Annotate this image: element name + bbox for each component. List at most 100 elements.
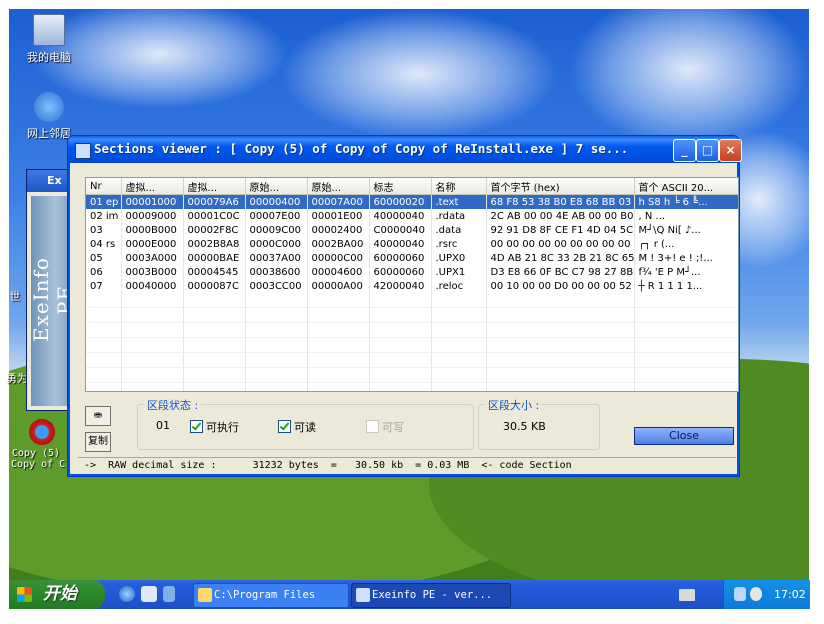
empty-cell bbox=[86, 352, 122, 368]
empty-cell bbox=[369, 337, 432, 353]
empty-cell bbox=[634, 352, 738, 368]
cell: 07 bbox=[86, 279, 122, 293]
table-row[interactable]: 03 0000B000 00002F8C 00009C00 00002400 C… bbox=[86, 223, 738, 237]
column-header[interactable]: 虚拟... bbox=[183, 178, 246, 195]
empty-cell bbox=[369, 352, 432, 368]
cell: 00000C00 bbox=[307, 251, 370, 265]
table-row[interactable]: 05 0003A000 00000BAE 00037A00 00000C00 6… bbox=[86, 251, 738, 265]
cell: 00004545 bbox=[183, 265, 246, 279]
cell: 00001C0C bbox=[183, 209, 246, 223]
desktop-icon-network[interactable]: 网上邻居 bbox=[14, 92, 84, 141]
column-header[interactable]: 名称 bbox=[431, 178, 487, 195]
cell: M ! 3+! e ! ;!... bbox=[634, 251, 738, 265]
cell: 00040000 bbox=[121, 279, 184, 293]
cell: .UPX1 bbox=[431, 265, 487, 279]
cell: D3 E8 66 0F BC C7 98 27 8B bbox=[486, 265, 635, 279]
empty-cell bbox=[86, 307, 122, 323]
empty-cell bbox=[369, 322, 432, 338]
section-size-caption: 区段大小 : bbox=[485, 397, 543, 413]
empty-cell bbox=[121, 337, 184, 353]
minimize-button[interactable]: _ bbox=[673, 139, 696, 162]
empty-cell bbox=[431, 293, 487, 308]
media-icon[interactable] bbox=[141, 586, 157, 602]
column-header[interactable]: 首个 ASCII 20... bbox=[634, 178, 738, 195]
table-row[interactable]: 07 00040000 0000087C 0003CC00 00000A00 4… bbox=[86, 279, 738, 293]
desktop-icon-reinstall[interactable]: Copy (5) c Copy of C... bbox=[11, 419, 83, 470]
table-row[interactable]: 02 im 00009000 00001C0C 00007E00 00001E0… bbox=[86, 209, 738, 223]
computer-icon bbox=[33, 14, 65, 46]
desktop-icon[interactable] bbox=[163, 586, 175, 602]
cell: .data bbox=[431, 223, 487, 237]
title-bar[interactable]: Sections viewer : [ Copy (5) of Copy of … bbox=[68, 136, 742, 163]
cell: 00009000 bbox=[121, 209, 184, 223]
start-label: 开始 bbox=[43, 584, 77, 604]
desktop-icon-label: 世 bbox=[9, 290, 21, 303]
app-icon bbox=[75, 143, 91, 159]
column-header[interactable]: 标志 bbox=[369, 178, 432, 195]
cell: 00 00 00 00 00 00 00 00 00 bbox=[486, 237, 635, 251]
cell: 0003B000 bbox=[121, 265, 184, 279]
empty-cell bbox=[86, 293, 122, 308]
empty-cell bbox=[245, 337, 308, 353]
cell: 0000C000 bbox=[245, 237, 308, 251]
sections-list[interactable]: Nr 虚拟... 虚拟... 原始... 原始... 标志 名称 首个字节 (h… bbox=[85, 177, 739, 392]
task-program-files[interactable]: C:\Program Files bbox=[193, 583, 349, 608]
section-state-caption: 区段状态 : bbox=[144, 397, 202, 413]
task-exeinfo[interactable]: Exeinfo PE - ver... bbox=[351, 583, 511, 608]
empty-cell bbox=[121, 322, 184, 338]
column-header[interactable]: Nr bbox=[86, 178, 122, 195]
maximize-button[interactable]: □ bbox=[696, 139, 719, 162]
empty-cell bbox=[634, 307, 738, 323]
empty-cell bbox=[183, 382, 246, 391]
column-header[interactable]: 首个字节 (hex) bbox=[486, 178, 635, 195]
cell: 0002BA00 bbox=[307, 237, 370, 251]
cell: 00007A00 bbox=[307, 194, 370, 209]
empty-cell bbox=[486, 293, 635, 308]
exec-checkbox[interactable]: 可执行 bbox=[190, 419, 239, 435]
empty-cell bbox=[307, 307, 370, 323]
cloud bbox=[569, 9, 809, 149]
empty-cell bbox=[86, 337, 122, 353]
cell: .rsrc bbox=[431, 237, 487, 251]
empty-cell bbox=[431, 322, 487, 338]
empty-cell bbox=[369, 367, 432, 383]
copy-button[interactable]: 复制 bbox=[85, 432, 111, 452]
cell: 02 im bbox=[86, 209, 122, 223]
read-checkbox[interactable]: 可读 bbox=[278, 419, 316, 435]
volume-icon[interactable] bbox=[750, 587, 762, 601]
cell: 4D AB 21 8C 33 2B 21 8C 65 bbox=[486, 251, 635, 265]
table-row[interactable]: 01 ep 00001000 000079A6 00000400 00007A0… bbox=[86, 194, 738, 209]
cell: 0003A000 bbox=[121, 251, 184, 265]
close-window-button[interactable]: × bbox=[719, 139, 742, 162]
cell: .text bbox=[431, 194, 487, 209]
column-header[interactable]: 虚拟... bbox=[121, 178, 184, 195]
empty-cell bbox=[431, 307, 487, 323]
empty-cell bbox=[121, 293, 184, 308]
table-row[interactable]: 06 0003B000 00004545 00038600 00004600 6… bbox=[86, 265, 738, 279]
close-button[interactable]: Close bbox=[634, 427, 734, 445]
empty-cell bbox=[86, 322, 122, 338]
scan-button[interactable]: ⛂ bbox=[85, 406, 111, 426]
task-label: C:\Program Files bbox=[214, 589, 316, 601]
cell: 00002400 bbox=[307, 223, 370, 237]
ie-icon[interactable] bbox=[119, 586, 135, 602]
desktop-icon-label: 网上邻居 bbox=[27, 127, 71, 140]
cell: ┼ R 1 1 1 1... bbox=[634, 279, 738, 293]
clock[interactable]: 17:02 bbox=[774, 580, 806, 609]
network-tray-icon[interactable] bbox=[734, 587, 746, 601]
keyboard-icon[interactable] bbox=[679, 589, 695, 601]
empty-row bbox=[86, 307, 738, 323]
column-header[interactable]: 原始... bbox=[307, 178, 370, 195]
desktop-icon-my-computer[interactable]: 我的电脑 bbox=[14, 14, 84, 65]
start-button[interactable]: 开始 bbox=[9, 580, 105, 609]
write-checkbox[interactable]: 可写 bbox=[366, 419, 404, 435]
empty-cell bbox=[634, 322, 738, 338]
table-row[interactable]: 04 rs 0000E000 0002B8A8 0000C000 0002BA0… bbox=[86, 237, 738, 251]
empty-row bbox=[86, 337, 738, 353]
empty-cell bbox=[245, 352, 308, 368]
section-size-group: 区段大小 : 30.5 KB bbox=[478, 397, 600, 450]
empty-cell bbox=[121, 367, 184, 383]
column-header[interactable]: 原始... bbox=[245, 178, 308, 195]
cell: 00 10 00 00 D0 00 00 00 52 bbox=[486, 279, 635, 293]
empty-cell bbox=[307, 322, 370, 338]
